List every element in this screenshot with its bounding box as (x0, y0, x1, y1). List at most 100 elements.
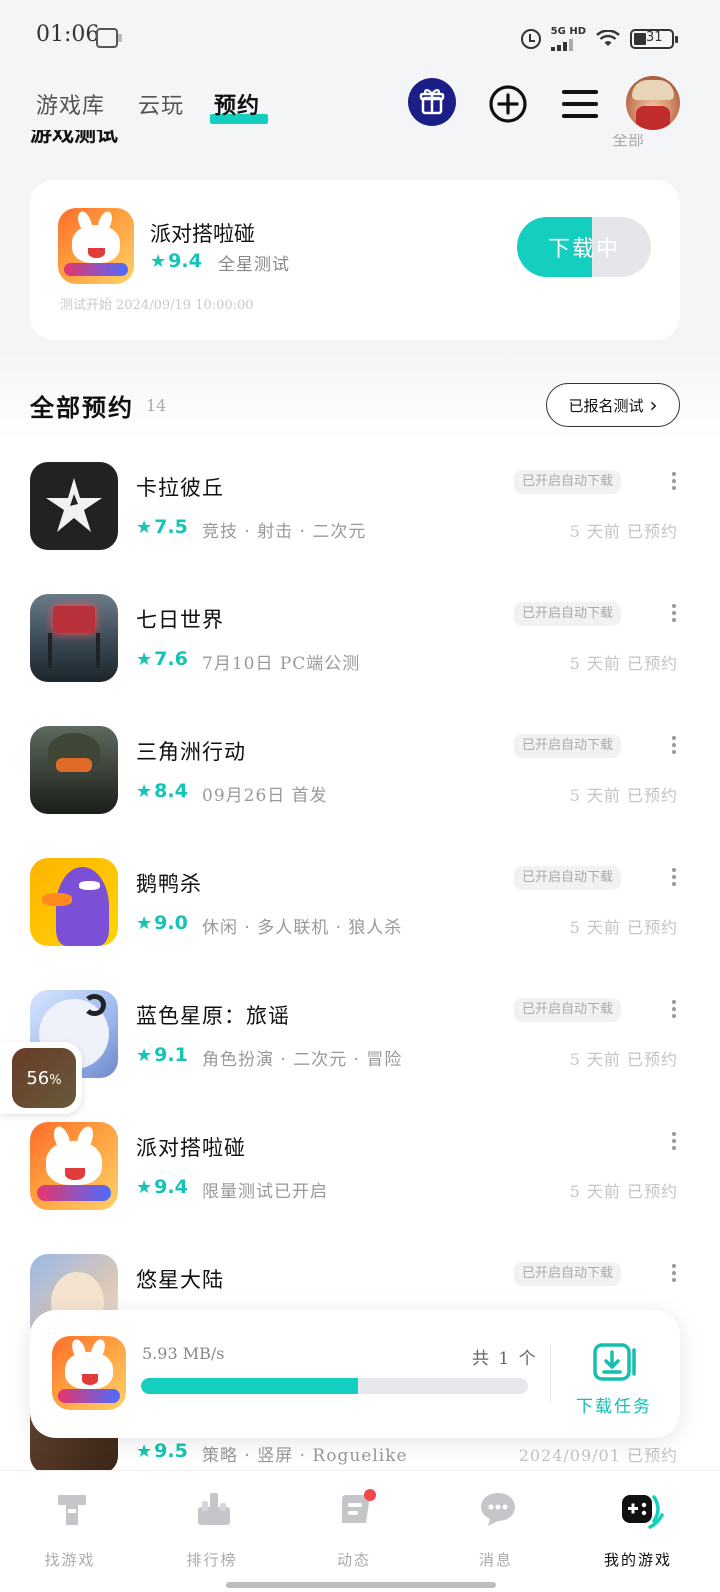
reserved-time: 5 天前 已预约 (569, 918, 678, 937)
all-reservations-title: 全部预约 (30, 393, 134, 422)
star-icon: ★ (136, 1044, 153, 1066)
nav-label: 动态 (336, 1551, 371, 1569)
star-icon: ★ (136, 648, 153, 670)
divider (550, 1344, 551, 1402)
star-icon: ★ (150, 250, 167, 272)
ranking-icon (198, 1493, 230, 1525)
gift-icon[interactable] (408, 78, 456, 126)
game-rating: ★ 9.0 (136, 912, 188, 934)
gamepad-icon (622, 1495, 664, 1529)
nav-label: 消息 (478, 1551, 513, 1569)
nav-feed[interactable]: 动态 (294, 1483, 414, 1573)
test-see-all-link[interactable]: 全部 › (612, 134, 644, 156)
app-notification-icon (96, 28, 122, 48)
test-game-tag: 全星测试 (218, 255, 290, 275)
tab-game-library[interactable]: 游戏库 (36, 88, 105, 120)
downloading-label: 下载中 (547, 237, 620, 262)
list-item[interactable]: 卡拉彼丘 ★ 7.5 竞技 · 射击 · 二次元 已开启自动下载 5 天前 已预约 (0, 462, 720, 594)
floating-download-progress[interactable]: 56% (0, 1042, 82, 1114)
game-name: 派对搭啦碰 (136, 1136, 246, 1160)
game-icon (30, 462, 118, 550)
reserved-time: 5 天前 已预约 (569, 786, 678, 805)
more-options-icon[interactable] (668, 472, 680, 494)
test-game-name: 派对搭啦碰 (150, 222, 255, 246)
more-options-icon[interactable] (668, 1000, 680, 1022)
nav-messages[interactable]: 消息 (436, 1483, 556, 1573)
test-game-card[interactable]: 派对搭啦碰 ★ 9.4 全星测试 测试开始 2024/09/19 10:00:00… (30, 180, 680, 340)
progress-percent: 56 (26, 1067, 50, 1089)
wifi-icon (596, 30, 620, 46)
add-icon[interactable] (484, 80, 532, 128)
nav-ranking[interactable]: 排行榜 (152, 1483, 272, 1573)
auto-download-badge: 已开启自动下载 (514, 602, 622, 626)
alarm-icon (520, 29, 541, 49)
more-options-icon[interactable] (668, 868, 680, 890)
game-rating: ★ 7.5 (136, 516, 188, 538)
auto-download-badge: 已开启自动下载 (514, 1262, 622, 1286)
battery-icon: 31 (630, 29, 678, 49)
more-options-icon[interactable] (668, 1132, 680, 1154)
game-tags: 7月10日 PC端公测 (202, 654, 361, 674)
auto-download-badge: 已开启自动下载 (514, 734, 622, 758)
game-name: 七日世界 (136, 608, 224, 632)
star-icon: ★ (136, 912, 153, 934)
reserved-time: 5 天前 已预约 (569, 522, 678, 541)
feed-icon (342, 1489, 376, 1523)
reserved-time: 5 天前 已预约 (569, 1050, 678, 1069)
nav-my-games[interactable]: 我的游戏 (578, 1483, 698, 1573)
list-item[interactable]: 蓝色星原：旅谣 ★ 9.1 角色扮演 · 二次元 · 冒险 已开启自动下载 5 天… (0, 990, 720, 1122)
chevron-right-icon: › (649, 393, 658, 417)
game-icon: 56% (12, 1048, 76, 1108)
game-rating: ★ 9.4 (136, 1176, 188, 1198)
battery-level: 31 (646, 30, 663, 45)
game-name: 悠星大陆 (136, 1268, 224, 1292)
home-indicator[interactable] (226, 1582, 496, 1588)
game-icon (30, 1122, 118, 1210)
downloading-button[interactable]: 下载中 (517, 217, 651, 277)
reservations-count: 14 (146, 396, 167, 415)
game-name: 鹅鸭杀 (136, 872, 202, 896)
more-options-icon[interactable] (668, 736, 680, 758)
game-tags: 休闲 · 多人联机 · 狼人杀 (202, 918, 403, 938)
nav-label: 找游戏 (44, 1551, 96, 1569)
list-item[interactable]: 派对搭啦碰 ★ 9.4 限量测试已开启 5 天前 已预约 (0, 1122, 720, 1254)
test-start-time: 测试开始 2024/09/19 10:00:00 (60, 298, 254, 313)
game-rating: ★ 9.5 (136, 1440, 188, 1462)
game-tags: 限量测试已开启 (202, 1182, 328, 1202)
more-options-icon[interactable] (668, 1264, 680, 1286)
game-tags: 09月26日 首发 (202, 786, 328, 806)
bottom-nav: 找游戏 排行榜 动态 消息 我的游戏 (0, 1470, 720, 1592)
list-item[interactable]: 七日世界 ★ 7.6 7月10日 PC端公测 已开启自动下载 5 天前 已预约 (0, 594, 720, 726)
game-name: 三角洲行动 (136, 740, 246, 764)
auto-download-badge: 已开启自动下载 (514, 866, 622, 890)
test-game-rating: ★ 9.4 (150, 250, 202, 272)
menu-icon[interactable] (556, 80, 604, 128)
network-label: 5G HD (550, 26, 586, 37)
status-bar: 01:06 5G HD 31 (0, 0, 720, 76)
game-icon (30, 858, 118, 946)
download-task-icon[interactable] (592, 1342, 638, 1382)
signed-tests-button[interactable]: 已报名测试 › (546, 383, 680, 427)
list-item[interactable]: 三角洲行动 ★ 8.4 09月26日 首发 已开启自动下载 5 天前 已预约 (0, 726, 720, 858)
auto-download-badge: 已开启自动下载 (514, 998, 622, 1022)
more-options-icon[interactable] (668, 604, 680, 626)
download-speed: 5.93 MB/s (142, 1344, 225, 1363)
status-time: 01:06 (36, 22, 100, 47)
nav-find-game[interactable]: 找游戏 (10, 1483, 130, 1573)
nav-label: 排行榜 (186, 1551, 238, 1569)
reserved-time: 2024/09/01 已预约 (518, 1446, 678, 1465)
game-icon (52, 1336, 126, 1410)
list-item[interactable]: 鹅鸭杀 ★ 9.0 休闲 · 多人联机 · 狼人杀 已开启自动下载 5 天前 已预… (0, 858, 720, 990)
download-panel[interactable]: 5.93 MB/s 共 1 个 下载任务 (30, 1310, 680, 1438)
tab-reservations[interactable]: 预约 (214, 88, 260, 120)
tab-cloud-play[interactable]: 云玩 (138, 88, 184, 120)
signal-icon: 5G HD (550, 26, 586, 51)
game-rating: ★ 8.4 (136, 780, 188, 802)
game-tags: 角色扮演 · 二次元 · 冒险 (202, 1050, 403, 1070)
download-task-label[interactable]: 下载任务 (576, 1392, 652, 1417)
download-progress-fill (141, 1378, 358, 1394)
user-avatar[interactable] (626, 76, 680, 130)
game-name: 蓝色星原：旅谣 (136, 1004, 290, 1028)
reserved-time: 5 天前 已预约 (569, 654, 678, 673)
find-game-icon (58, 1495, 86, 1525)
